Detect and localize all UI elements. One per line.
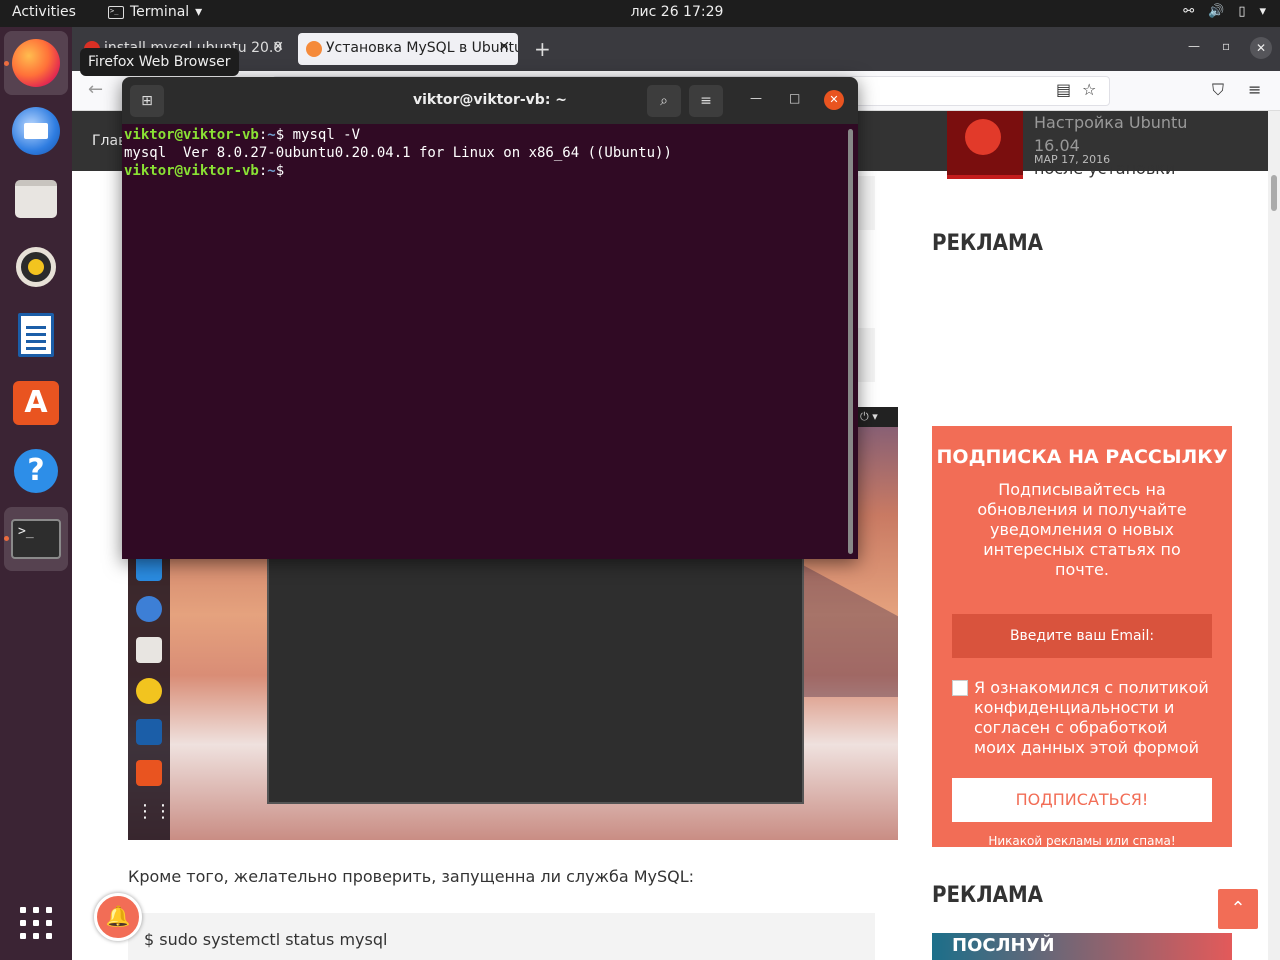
software-icon [136, 760, 162, 786]
dock-files[interactable] [4, 167, 68, 231]
dock-tooltip: Firefox Web Browser [80, 48, 239, 76]
scroll-to-top-button[interactable]: ⌃ [1218, 889, 1258, 929]
power-icon: ⏻ ▾ [856, 407, 898, 427]
consent-checkbox-row[interactable]: Я ознакомился с политикой конфиденциальн… [952, 678, 1212, 758]
back-arrow-icon[interactable]: ← [88, 79, 103, 100]
terminal-output[interactable]: viktor@viktor-vb:~$ mysql -V mysql Ver 8.… [122, 124, 858, 559]
app-grid-icon: ⋮⋮ [136, 801, 172, 822]
minimize-icon[interactable]: — [750, 91, 762, 105]
close-tab-icon[interactable]: ✕ [498, 39, 510, 55]
volume-icon: 🔊 [1208, 4, 1225, 19]
top-bar: Activities >_ Terminal ▾ лис 26 17:29 ⚯ … [0, 0, 1280, 27]
related-post-title[interactable]: Настройка Ubuntu 16.04 после установки [1034, 111, 1234, 180]
rhythmbox-icon [136, 678, 162, 704]
dock-rhythmbox[interactable] [4, 235, 68, 299]
notification-bell-icon[interactable]: 🔔 [94, 893, 142, 941]
system-menu[interactable]: ⚯ 🔊 ▯ ▾ [1183, 4, 1266, 19]
thunderbird-icon [136, 596, 162, 622]
new-tab-button[interactable]: + [534, 37, 551, 61]
terminal-title: viktor@viktor-vb: ~ [412, 92, 568, 108]
software-icon: A [13, 381, 59, 425]
screenshot-window [267, 557, 804, 804]
hamburger-menu-icon[interactable]: ≡ [689, 85, 723, 117]
tab-title: Установка MySQL в Ubuntu [326, 40, 518, 56]
files-icon [15, 180, 57, 218]
thunderbird-icon [12, 107, 60, 155]
dock-libreoffice-writer[interactable] [4, 303, 68, 367]
bookmark-star-icon[interactable]: ☆ [1082, 80, 1096, 99]
clock[interactable]: лис 26 17:29 [0, 4, 1280, 20]
subscribe-note: Никакой рекламы или спама! [988, 834, 1176, 848]
subscribe-widget: ПОДПИСКА НА РАССЫЛКУ Подписывайтесь на о… [932, 426, 1232, 848]
terminal-line: mysql Ver 8.0.27-0ubuntu0.20.04.1 for Li… [124, 145, 672, 161]
writer-icon [136, 719, 162, 745]
close-tab-icon[interactable]: ✕ [272, 39, 284, 55]
terminal-line: viktor@viktor-vb:~$ mysql -V [124, 127, 361, 143]
dock-thunderbird[interactable] [4, 99, 68, 163]
files-icon [136, 637, 162, 663]
writer-icon [18, 313, 54, 357]
subscribe-button[interactable]: ПОДПИСАТЬСЯ! [952, 778, 1212, 822]
subscribe-description: Подписывайтесь на обновления и получайте… [977, 480, 1187, 579]
network-icon: ⚯ [1183, 4, 1195, 19]
subscribe-title: ПОДПИСКА НА РАССЫЛКУ [936, 446, 1228, 468]
close-icon[interactable]: ✕ [824, 90, 844, 110]
search-icon[interactable]: ⌕ [647, 85, 681, 117]
reader-view-icon[interactable]: ▤ [1056, 80, 1071, 99]
terminal-window: ⊞ viktor@viktor-vb: ~ ⌕ ≡ — □ ✕ viktor@v… [122, 77, 858, 559]
ad-heading: РЕКЛАМА [932, 231, 1043, 256]
tab-ustanovka-mysql[interactable]: Установка MySQL в Ubuntu ✕ [298, 33, 518, 65]
close-window-icon[interactable]: ✕ [1250, 37, 1272, 59]
hamburger-menu-icon[interactable]: ≡ [1248, 80, 1261, 99]
article-paragraph: Кроме того, желательно проверить, запуще… [128, 867, 695, 886]
maximize-icon[interactable]: ▫ [1222, 39, 1230, 53]
dock-terminal[interactable]: >_ [4, 507, 68, 571]
dock-help[interactable]: ? [4, 439, 68, 503]
related-post-thumbnail[interactable] [947, 111, 1023, 179]
site-favicon-icon [306, 41, 322, 57]
scrollbar-thumb[interactable] [1271, 175, 1277, 211]
minimize-icon[interactable]: — [1188, 39, 1200, 53]
maximize-icon[interactable]: □ [789, 91, 800, 105]
tab-strip: install mysql ubuntu 20.0 ✕ Установка My… [72, 27, 1280, 71]
dock-ubuntu-software[interactable]: A [4, 371, 68, 435]
related-post-date: МАР 17, 2016 [1034, 153, 1111, 166]
help-icon: ? [14, 449, 58, 493]
firefox-icon [12, 39, 60, 87]
dock-firefox[interactable] [4, 31, 68, 95]
page-scrollbar[interactable] [1268, 111, 1280, 960]
rhythmbox-icon [16, 247, 56, 287]
ad-banner[interactable]: ПОСЛНУЙ [932, 933, 1232, 960]
terminal-scrollbar[interactable] [848, 129, 853, 554]
battery-icon: ▯ [1238, 4, 1246, 19]
consent-label: Я ознакомился с политикой конфиденциальн… [974, 678, 1209, 757]
chevron-down-icon: ▾ [1259, 4, 1266, 19]
ad-heading: РЕКЛАМА [932, 883, 1043, 908]
dock: A ? >_ [0, 27, 72, 960]
terminal-icon: >_ [11, 519, 61, 559]
show-applications-button[interactable] [4, 891, 68, 955]
consent-checkbox[interactable] [952, 680, 968, 696]
screenshot-dock: ⋮⋮ [128, 547, 172, 840]
app-grid-icon [20, 907, 52, 939]
email-field[interactable]: Введите ваш Email: [952, 614, 1212, 658]
pocket-icon[interactable]: ⛉ [1212, 80, 1224, 100]
terminal-header: ⊞ viktor@viktor-vb: ~ ⌕ ≡ — □ ✕ [122, 77, 858, 124]
terminal-line: viktor@viktor-vb:~$ [124, 163, 285, 179]
command-block: $ sudo systemctl status mysql [128, 913, 875, 960]
